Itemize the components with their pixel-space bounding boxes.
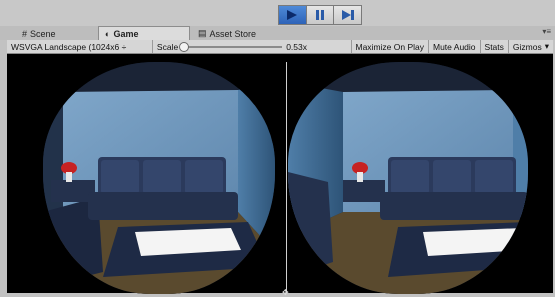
pause-button[interactable] <box>306 5 335 25</box>
stats-label: Stats <box>484 41 504 52</box>
cursor-icon: ✥ <box>282 288 289 297</box>
stereo-divider <box>286 62 287 293</box>
play-icon <box>287 10 298 20</box>
right-eye-view <box>288 62 528 294</box>
mute-label: Mute Audio <box>433 41 476 52</box>
playback-controls <box>278 5 363 25</box>
scale-control: Scale 0.53x <box>153 40 352 53</box>
stats-toggle[interactable]: Stats <box>481 40 509 53</box>
step-button[interactable] <box>334 5 363 25</box>
left-eye-view <box>43 62 275 294</box>
panel-menu-icon[interactable]: ▾≡ <box>542 27 551 36</box>
tab-label: Scene <box>30 28 56 39</box>
game-controller-icon: ◐ <box>105 29 111 39</box>
play-toolbar <box>0 0 555 26</box>
maximize-label: Maximize On Play <box>355 41 425 52</box>
left-eye-scene <box>43 62 275 294</box>
pause-icon <box>316 10 324 20</box>
game-view[interactable]: ✥ <box>7 54 553 297</box>
tab-bar: # Scene ◐ Game ▤ Asset Store ▾≡ <box>0 26 555 41</box>
resolution-label: WSVGA Landscape (1024x6 ÷ <box>11 41 127 52</box>
play-button[interactable] <box>278 5 307 25</box>
chevron-down-icon: ▾ <box>544 41 549 51</box>
mute-audio-toggle[interactable]: Mute Audio <box>429 40 481 53</box>
scale-slider-handle[interactable] <box>179 41 190 52</box>
tab-game[interactable]: ◐ Game <box>98 26 190 41</box>
store-icon: ▤ <box>198 28 207 38</box>
scale-label: Scale <box>156 41 179 52</box>
step-icon <box>341 10 354 20</box>
hash-icon: # <box>22 28 28 39</box>
scale-value: 0.53x <box>286 41 307 52</box>
tab-label: Game <box>113 29 139 39</box>
gizmos-label: Gizmos <box>512 41 542 52</box>
game-view-toolbar: WSVGA Landscape (1024x6 ÷ Scale 0.53x Ma… <box>7 40 553 54</box>
tab-label: Asset Store <box>209 28 257 39</box>
resolution-dropdown[interactable]: WSVGA Landscape (1024x6 ÷ <box>7 40 153 53</box>
tab-scene[interactable]: # Scene <box>16 27 62 40</box>
scale-slider[interactable] <box>179 41 283 52</box>
gizmos-dropdown[interactable]: Gizmos ▾ <box>509 40 553 53</box>
maximize-on-play-toggle[interactable]: Maximize On Play <box>352 40 429 53</box>
tab-asset-store[interactable]: ▤ Asset Store <box>192 27 262 40</box>
right-eye-scene <box>288 62 528 294</box>
